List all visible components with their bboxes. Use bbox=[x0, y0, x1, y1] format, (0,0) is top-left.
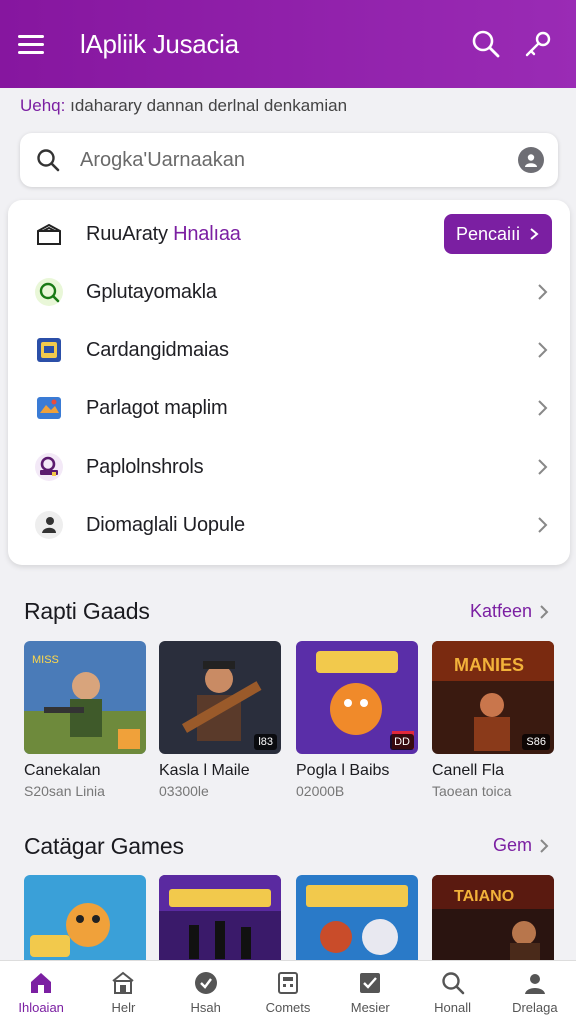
search-icon bbox=[34, 146, 62, 174]
chevron-right-icon bbox=[538, 459, 548, 475]
game-thumbnail[interactable] bbox=[296, 875, 418, 965]
menu-item-label-highlight: Hnalıaa bbox=[173, 222, 241, 245]
nav-label: Helr bbox=[111, 1000, 136, 1015]
user-icon bbox=[522, 970, 548, 996]
app-bar: lApliik Jusacia bbox=[0, 0, 576, 88]
game-title: Canekalan bbox=[24, 762, 101, 779]
game-subtitle: 03300le bbox=[159, 783, 209, 799]
game-card[interactable]: l83 Kasla l Maile 03300le bbox=[159, 641, 281, 799]
box-icon bbox=[32, 217, 66, 251]
game-title: Pogla l Baibs bbox=[296, 762, 390, 779]
game-thumbnail[interactable] bbox=[24, 875, 146, 965]
nav-item-3[interactable]: Comets bbox=[247, 961, 329, 1024]
app-title: lApliik Jusacia bbox=[80, 28, 239, 59]
person-icon bbox=[32, 508, 66, 542]
search-icon bbox=[32, 275, 66, 309]
svg-text:MISS: MISS bbox=[32, 654, 59, 666]
game-card[interactable]: MANIES S86 Canell Fla Taoean toica bbox=[432, 641, 554, 799]
game-card[interactable]: DD Pogla l Baibs 02000B bbox=[296, 641, 418, 799]
controller-icon bbox=[32, 450, 66, 484]
nav-label: Hsah bbox=[190, 1000, 221, 1015]
nav-label: Comets bbox=[265, 1000, 311, 1015]
game-title: Kasla l Maile bbox=[159, 762, 250, 779]
section-link[interactable]: Gem bbox=[493, 835, 550, 856]
action-button-label: Pencaiıi bbox=[455, 223, 520, 244]
game-subtitle: 02000B bbox=[296, 783, 345, 799]
section-link-label: Gem bbox=[492, 835, 532, 855]
chevron-right-icon bbox=[538, 342, 548, 358]
section-link[interactable]: Katfeen bbox=[470, 601, 550, 622]
nav-label: Mesier bbox=[350, 1000, 390, 1015]
menu-item-5[interactable]: Diomaglali Uopule bbox=[8, 496, 570, 554]
menu-item-label: RuuAraty Hnalıaa bbox=[86, 223, 444, 246]
game-badge: DD bbox=[390, 734, 414, 750]
chevron-right-icon bbox=[538, 517, 548, 533]
chevron-right-icon bbox=[540, 838, 549, 853]
menu-item-label: Parlagot maplim bbox=[86, 396, 228, 419]
home-icon bbox=[28, 970, 54, 996]
search-bar[interactable] bbox=[20, 133, 558, 187]
game-thumbnail: l83 bbox=[159, 641, 281, 754]
game-subtitle: S20san Linia bbox=[24, 783, 105, 799]
map-icon bbox=[32, 391, 66, 425]
game-thumbnail[interactable]: TAIANO bbox=[432, 875, 554, 965]
menu-item-label: Cardangidmaias bbox=[86, 338, 229, 361]
action-button[interactable]: Pencaiıi bbox=[443, 214, 552, 254]
menu-card: RuuAraty Hnalıaa Pencaiıi Gplutayomakla … bbox=[8, 200, 570, 565]
section-title: Catägar Games bbox=[24, 833, 184, 859]
nav-item-2[interactable]: Hsah bbox=[165, 961, 247, 1024]
card-icon bbox=[32, 333, 66, 367]
menu-item-label: Paplolnshrols bbox=[86, 455, 204, 478]
game-badge: S86 bbox=[522, 734, 550, 750]
menu-item-3[interactable]: Parlagot maplim bbox=[8, 379, 570, 437]
game-subtitle: Taoean toica bbox=[432, 783, 512, 799]
svg-text:MANIES: MANIES bbox=[454, 655, 524, 675]
game-card[interactable]: MISS Canekalan S20san Linia bbox=[24, 641, 146, 799]
search-input[interactable] bbox=[80, 148, 518, 172]
building-icon bbox=[110, 970, 136, 996]
check-circle-icon bbox=[193, 970, 219, 996]
menu-item-label-main: RuuAraty bbox=[86, 222, 168, 245]
game-thumbnail: DD bbox=[296, 641, 418, 754]
section-link-label: Katfeen bbox=[469, 601, 532, 621]
section-title: Rapti Gaads bbox=[24, 598, 150, 624]
menu-item-4[interactable]: Paplolnshrols bbox=[8, 438, 570, 496]
nav-item-5[interactable]: Honall bbox=[411, 961, 493, 1024]
game-thumbnail: MISS bbox=[24, 641, 146, 754]
menu-icon[interactable] bbox=[18, 26, 54, 62]
nav-item-4[interactable]: Mesier bbox=[329, 961, 411, 1024]
avatar-icon[interactable] bbox=[518, 147, 544, 173]
search-icon bbox=[440, 970, 466, 996]
nav-label: Ihloaian bbox=[18, 1000, 64, 1015]
chevron-right-icon bbox=[530, 228, 539, 240]
key-icon[interactable] bbox=[518, 24, 558, 64]
subtitle-text: ıdaharary dannan derlnal denkamian bbox=[70, 96, 348, 115]
bottom-nav: Ihloaian Helr Hsah Comets Mesier Honall … bbox=[0, 960, 576, 1024]
nav-item-home[interactable]: Ihloaian bbox=[0, 961, 82, 1024]
game-thumbnail[interactable] bbox=[159, 875, 281, 965]
search-icon[interactable] bbox=[466, 24, 506, 64]
menu-item-label: Gplutayomakla bbox=[86, 280, 217, 303]
checkbox-icon bbox=[357, 970, 383, 996]
subtitle: Uehq: ıdaharary dannan derlnal denkamian bbox=[20, 96, 347, 116]
calculator-icon bbox=[275, 970, 301, 996]
menu-item-label: Diomaglali Uopule bbox=[86, 513, 245, 536]
chevron-right-icon bbox=[538, 284, 548, 300]
subtitle-accent: Uehq: bbox=[20, 96, 66, 115]
nav-label: Honall bbox=[434, 1000, 471, 1015]
chevron-right-icon bbox=[540, 604, 549, 619]
nav-label: Drelaga bbox=[512, 1000, 558, 1015]
svg-text:TAIANO: TAIANO bbox=[454, 888, 514, 905]
menu-item-0[interactable]: RuuAraty Hnalıaa Pencaiıi bbox=[8, 205, 570, 263]
menu-item-2[interactable]: Cardangidmaias bbox=[8, 321, 570, 379]
game-title: Canell Fla bbox=[432, 762, 505, 779]
nav-item-6[interactable]: Drelaga bbox=[494, 961, 576, 1024]
nav-item-1[interactable]: Helr bbox=[82, 961, 164, 1024]
menu-item-1[interactable]: Gplutayomakla bbox=[8, 263, 570, 321]
chevron-right-icon bbox=[538, 400, 548, 416]
game-thumbnail: MANIES S86 bbox=[432, 641, 554, 754]
game-badge: l83 bbox=[254, 734, 277, 750]
